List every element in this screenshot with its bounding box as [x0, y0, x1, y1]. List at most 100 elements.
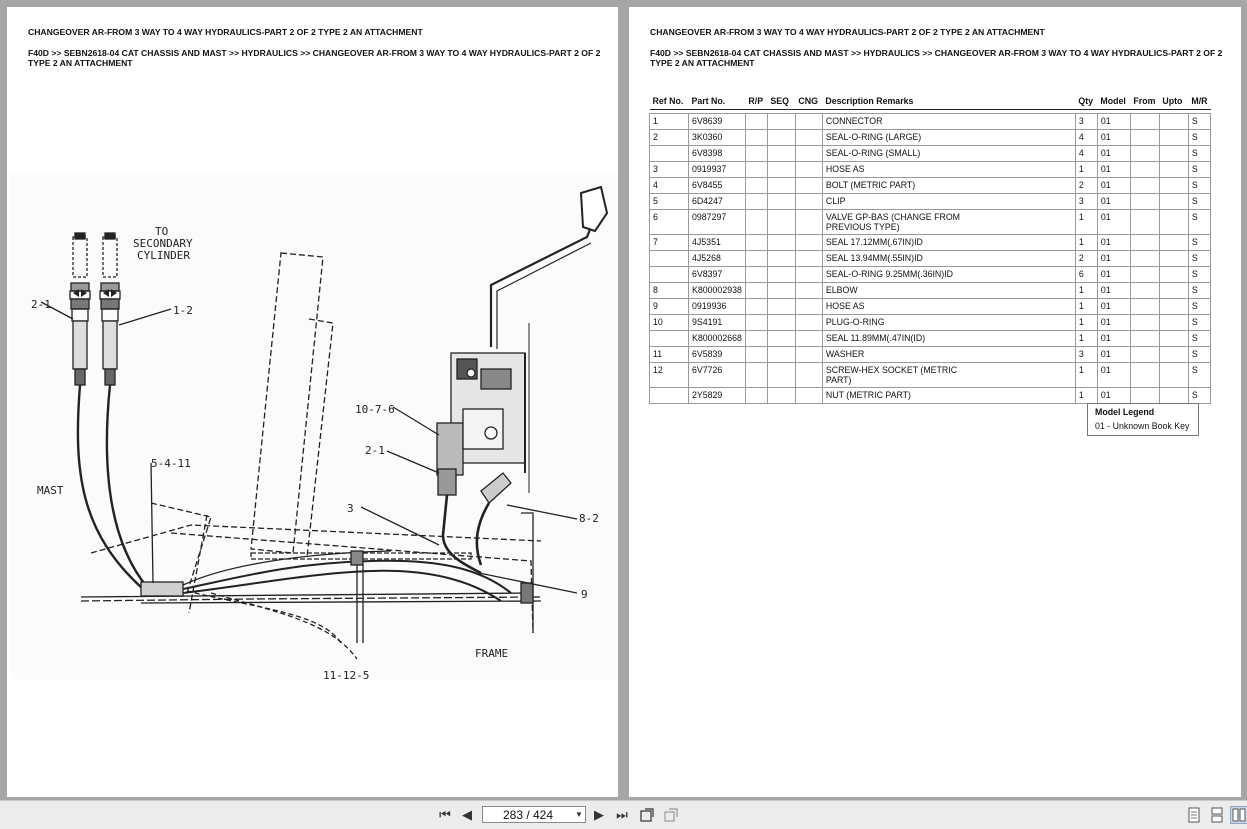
cell-upto — [1158, 282, 1189, 299]
model-legend-title: Model Legend — [1095, 407, 1155, 417]
cell-ref: 12 — [649, 362, 689, 388]
table-row: 10 9S4191 PLUG-O-RING 1 01 S — [649, 314, 1212, 331]
two-page-view-icon[interactable] — [1230, 806, 1247, 824]
cell-qty: 1 — [1074, 387, 1098, 404]
cell-seq — [766, 282, 796, 299]
cell-rp — [744, 330, 768, 347]
cell-desc-line1: SCREW-HEX SOCKET (METRIC — [825, 365, 958, 375]
cell-part: 9S4191 — [688, 314, 746, 331]
cell-desc: CLIP — [821, 193, 1076, 210]
cell-cng — [794, 266, 823, 283]
cell-desc-line1: CONNECTOR — [825, 116, 883, 126]
cell-seq — [766, 330, 796, 347]
page-number-select[interactable]: 283 / 424 ▼ — [482, 806, 586, 823]
model-legend-entry: 01 - Unknown Book Key — [1095, 421, 1190, 431]
continuous-view-icon[interactable] — [1209, 807, 1225, 823]
cell-qty: 3 — [1074, 346, 1098, 363]
cell-mr: S — [1187, 129, 1212, 146]
first-page-icon[interactable]: ⏮ — [437, 807, 453, 823]
cell-desc: BOLT (METRIC PART) — [821, 177, 1076, 194]
cell-mr: S — [1187, 177, 1212, 194]
table-header: Ref No. Part No. R/P SEQ CNG Description… — [649, 93, 1211, 110]
cell-from — [1129, 298, 1160, 315]
cell-seq — [766, 250, 796, 267]
cell-mr: S — [1187, 282, 1212, 299]
table-row: 11 6V5839 WASHER 3 01 S — [649, 346, 1212, 363]
cell-ref: 6 — [649, 209, 689, 235]
cell-ref: 9 — [649, 298, 689, 315]
cell-desc: NUT (METRIC PART) — [821, 387, 1076, 404]
prev-page-icon[interactable]: ◀ — [459, 807, 475, 823]
parts-table-body: 1 6V8639 CONNECTOR 3 01 S 2 3K0360 SEAL-O-RING (… — [649, 113, 1212, 404]
cell-from — [1129, 282, 1160, 299]
cell-rp — [744, 346, 768, 363]
cell-rp — [744, 145, 768, 162]
cell-qty: 1 — [1074, 298, 1098, 315]
cell-upto — [1158, 330, 1189, 347]
cell-upto — [1158, 387, 1189, 404]
cell-desc-line2: PREVIOUS TYPE) — [825, 222, 900, 232]
cell-rp — [744, 362, 768, 388]
label-8-2: 8-2 — [579, 512, 599, 525]
cell-ref — [649, 145, 689, 162]
cell-seq — [766, 209, 796, 235]
fit-page-icon[interactable] — [639, 807, 655, 823]
cell-desc-line1: VALVE GP-BAS (CHANGE FROM — [825, 212, 960, 222]
cell-part: 4J5268 — [688, 250, 746, 267]
cell-from — [1129, 387, 1160, 404]
cell-desc-line1: SEAL-O-RING (LARGE) — [825, 132, 922, 142]
cell-upto — [1158, 161, 1189, 178]
cell-part: 2Y5829 — [688, 387, 746, 404]
cell-qty: 1 — [1074, 330, 1098, 347]
cell-from — [1129, 209, 1160, 235]
col-rp: R/P — [745, 93, 768, 110]
cell-rp — [744, 314, 768, 331]
chevron-down-icon: ▼ — [575, 810, 583, 819]
col-part: Part No. — [688, 93, 746, 110]
cell-ref: 11 — [649, 346, 689, 363]
parts-table: Ref No. Part No. R/P SEQ CNG Description… — [649, 93, 1212, 404]
cell-desc: SEAL-O-RING (LARGE) — [821, 129, 1076, 146]
cell-part: 0919936 — [688, 298, 746, 315]
cell-desc-line1: PLUG-O-RING — [825, 317, 885, 327]
cell-seq — [766, 387, 796, 404]
cell-model: 01 — [1096, 362, 1131, 388]
cell-upto — [1158, 346, 1189, 363]
last-page-icon[interactable]: ⏭ — [614, 807, 630, 823]
cell-ref — [649, 266, 689, 283]
cell-desc-line1: HOSE AS — [825, 301, 865, 311]
cell-seq — [766, 362, 796, 388]
cell-desc: SEAL-O-RING (SMALL) — [821, 145, 1076, 162]
cell-ref — [649, 250, 689, 267]
cell-desc: PLUG-O-RING — [821, 314, 1076, 331]
page-title: CHANGEOVER AR-FROM 3 WAY TO 4 WAY HYDRAU… — [650, 27, 1045, 37]
label-mast: MAST — [37, 484, 64, 497]
cell-desc: CONNECTOR — [821, 113, 1076, 130]
cell-rp — [744, 129, 768, 146]
label-3: 3 — [347, 502, 354, 515]
cell-mr: S — [1187, 113, 1212, 130]
table-row: K800002668 SEAL 11.89MM(.47IN(ID) 1 01 S — [649, 330, 1212, 347]
cell-cng — [794, 362, 823, 388]
cell-rp — [744, 266, 768, 283]
cell-qty: 1 — [1074, 234, 1098, 251]
cell-desc: WASHER — [821, 346, 1076, 363]
cell-rp — [744, 113, 768, 130]
col-model: Model — [1097, 93, 1131, 110]
fit-width-icon[interactable] — [663, 807, 679, 823]
next-page-icon[interactable]: ▶ — [591, 807, 607, 823]
col-ref: Ref No. — [649, 93, 689, 110]
table-row: 3 0919937 HOSE AS 1 01 S — [649, 161, 1212, 178]
cell-desc-line1: WASHER — [825, 349, 865, 359]
cell-qty: 3 — [1074, 193, 1098, 210]
cell-desc: SEAL 17.12MM(.67IN)ID — [821, 234, 1076, 251]
cell-upto — [1158, 314, 1189, 331]
single-page-view-icon[interactable] — [1186, 807, 1202, 823]
cell-desc-line1: SEAL 17.12MM(.67IN)ID — [825, 237, 923, 247]
label-5-4-11: 5-4-11 — [151, 457, 191, 470]
cell-part: 6V8397 — [688, 266, 746, 283]
cell-cng — [794, 234, 823, 251]
label-9: 9 — [581, 588, 588, 601]
cell-seq — [766, 346, 796, 363]
cell-seq — [766, 314, 796, 331]
